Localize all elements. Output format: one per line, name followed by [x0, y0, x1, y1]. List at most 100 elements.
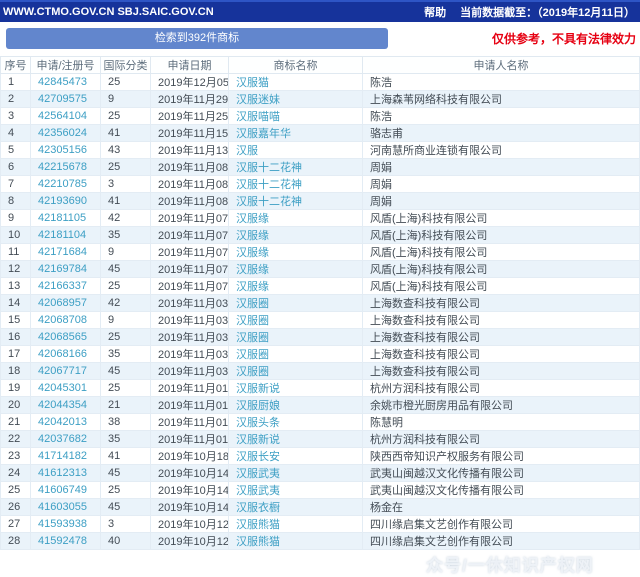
application-number-link[interactable]: 42210785	[30, 175, 101, 193]
trademark-name-link[interactable]: 汉服缘	[228, 243, 363, 261]
trademark-name-link[interactable]: 汉服喵喵	[228, 107, 363, 125]
application-number-link[interactable]: 41714182	[30, 447, 101, 465]
application-number-link[interactable]: 42305156	[30, 141, 101, 159]
intl-class-cell: 9	[100, 243, 151, 261]
table-header-row: 序号 申请/注册号 国际分类 申请日期 商标名称 申请人名称	[0, 56, 640, 74]
application-number-link[interactable]: 42045301	[30, 379, 101, 397]
trademark-name-link[interactable]: 汉服圈	[228, 362, 363, 380]
application-date-cell: 2019年10月12日	[150, 532, 229, 550]
intl-class-cell: 41	[100, 192, 151, 210]
application-number-link[interactable]: 42709575	[30, 90, 101, 108]
application-number-link[interactable]: 42215678	[30, 158, 101, 176]
table-row: 1042181104352019年11月07日汉服缘风盾(上海)科技有限公司	[0, 226, 640, 244]
application-date-cell: 2019年11月08日	[150, 158, 229, 176]
trademark-name-link[interactable]: 汉服十二花神	[228, 175, 363, 193]
application-date-cell: 2019年11月25日	[150, 107, 229, 125]
application-number-link[interactable]: 42193690	[30, 192, 101, 210]
watermark: 众号/一休知识产权网	[426, 556, 594, 575]
applicant-name-cell: 上海数查科技有限公司	[362, 311, 640, 329]
application-number-link[interactable]: 42042013	[30, 413, 101, 431]
serial-cell: 7	[0, 175, 31, 193]
application-number-link[interactable]: 42044354	[30, 396, 101, 414]
application-number-link[interactable]: 42037682	[30, 430, 101, 448]
application-number-link[interactable]: 42181104	[30, 226, 101, 244]
table-row: 342564104252019年11月25日汉服喵喵陈浩	[0, 107, 640, 125]
intl-class-cell: 25	[100, 328, 151, 346]
trademark-name-link[interactable]: 汉服厨娘	[228, 396, 363, 414]
trademark-name-link[interactable]: 汉服武夷	[228, 481, 363, 499]
disclaimer-text: 仅供参考，不具有法律效力	[491, 32, 636, 46]
serial-cell: 5	[0, 141, 31, 159]
trademark-name-link[interactable]: 汉服缘	[228, 260, 363, 278]
help-link[interactable]: 帮助	[424, 4, 446, 20]
application-date-cell: 2019年11月07日	[150, 243, 229, 261]
application-number-link[interactable]: 41606749	[30, 481, 101, 499]
application-number-link[interactable]: 41592478	[30, 532, 101, 550]
application-number-link[interactable]: 42068957	[30, 294, 101, 312]
intl-class-cell: 45	[100, 498, 151, 516]
trademark-name-link[interactable]: 汉服圈	[228, 328, 363, 346]
applicant-name-cell: 河南慧所商业连锁有限公司	[362, 141, 640, 159]
serial-cell: 23	[0, 447, 31, 465]
trademark-name-link[interactable]: 汉服新说	[228, 430, 363, 448]
application-number-link[interactable]: 41603055	[30, 498, 101, 516]
trademark-name-link[interactable]: 汉服缘	[228, 209, 363, 227]
trademark-name-link[interactable]: 汉服圈	[228, 311, 363, 329]
application-number-link[interactable]: 42067717	[30, 362, 101, 380]
application-number-link[interactable]: 42171684	[30, 243, 101, 261]
application-number-link[interactable]: 42356024	[30, 124, 101, 142]
applicant-name-cell: 周娟	[362, 192, 640, 210]
serial-cell: 17	[0, 345, 31, 363]
trademark-name-link[interactable]: 汉服熊猫	[228, 532, 363, 550]
trademark-name-link[interactable]: 汉服熊猫	[228, 515, 363, 533]
intl-class-cell: 43	[100, 141, 151, 159]
application-number-link[interactable]: 42068166	[30, 345, 101, 363]
application-number-link[interactable]: 42068708	[30, 311, 101, 329]
result-count-button[interactable]: 检索到392件商标	[6, 28, 388, 49]
serial-cell: 16	[0, 328, 31, 346]
applicant-name-cell: 风盾(上海)科技有限公司	[362, 243, 640, 261]
intl-class-cell: 25	[100, 107, 151, 125]
application-date-cell: 2019年11月13日	[150, 141, 229, 159]
trademark-name-link[interactable]: 汉服武夷	[228, 464, 363, 482]
applicant-name-cell: 骆志甫	[362, 124, 640, 142]
trademark-name-link[interactable]: 汉服新说	[228, 379, 363, 397]
application-number-link[interactable]: 42845473	[30, 73, 101, 91]
application-number-link[interactable]: 42564104	[30, 107, 101, 125]
trademark-name-link[interactable]: 汉服嘉年华	[228, 124, 363, 142]
table-row: 1842067717452019年11月03日汉服圈上海数查科技有限公司	[0, 362, 640, 380]
trademark-name-link[interactable]: 汉服猫	[228, 73, 363, 91]
trademark-name-link[interactable]: 汉服头条	[228, 413, 363, 431]
application-date-cell: 2019年10月14日	[150, 498, 229, 516]
serial-cell: 15	[0, 311, 31, 329]
trademark-name-link[interactable]: 汉服十二花神	[228, 158, 363, 176]
applicant-name-cell: 周娟	[362, 158, 640, 176]
trademark-name-link[interactable]: 汉服缘	[228, 277, 363, 295]
table-row: 2242037682352019年11月01日汉服新说杭州方润科技有限公司	[0, 430, 640, 448]
trademark-name-link[interactable]: 汉服十二花神	[228, 192, 363, 210]
serial-cell: 1	[0, 73, 31, 91]
results-tbody: 142845473252019年12月05日汉服猫陈浩2427095759201…	[0, 73, 640, 550]
application-date-cell: 2019年11月01日	[150, 396, 229, 414]
serial-cell: 20	[0, 396, 31, 414]
column-header-0: 序号	[0, 56, 31, 74]
application-number-link[interactable]: 42068565	[30, 328, 101, 346]
application-date-cell: 2019年11月07日	[150, 226, 229, 244]
trademark-name-link[interactable]: 汉服缘	[228, 226, 363, 244]
application-number-link[interactable]: 41612313	[30, 464, 101, 482]
application-number-link[interactable]: 42169784	[30, 260, 101, 278]
application-number-link[interactable]: 42181105	[30, 209, 101, 227]
trademark-name-link[interactable]: 汉服	[228, 141, 363, 159]
application-date-cell: 2019年11月07日	[150, 277, 229, 295]
trademark-name-link[interactable]: 汉服长安	[228, 447, 363, 465]
intl-class-cell: 45	[100, 464, 151, 482]
trademark-name-link[interactable]: 汉服迷妹	[228, 90, 363, 108]
trademark-name-link[interactable]: 汉服圈	[228, 294, 363, 312]
applicant-name-cell: 风盾(上海)科技有限公司	[362, 260, 640, 278]
application-number-link[interactable]: 42166337	[30, 277, 101, 295]
trademark-name-link[interactable]: 汉服圈	[228, 345, 363, 363]
application-number-link[interactable]: 41593938	[30, 515, 101, 533]
intl-class-cell: 40	[100, 532, 151, 550]
table-row: 2341714182412019年10月18日汉服长安陕西西帝知识产权服务有限公…	[0, 447, 640, 465]
trademark-name-link[interactable]: 汉服衣橱	[228, 498, 363, 516]
